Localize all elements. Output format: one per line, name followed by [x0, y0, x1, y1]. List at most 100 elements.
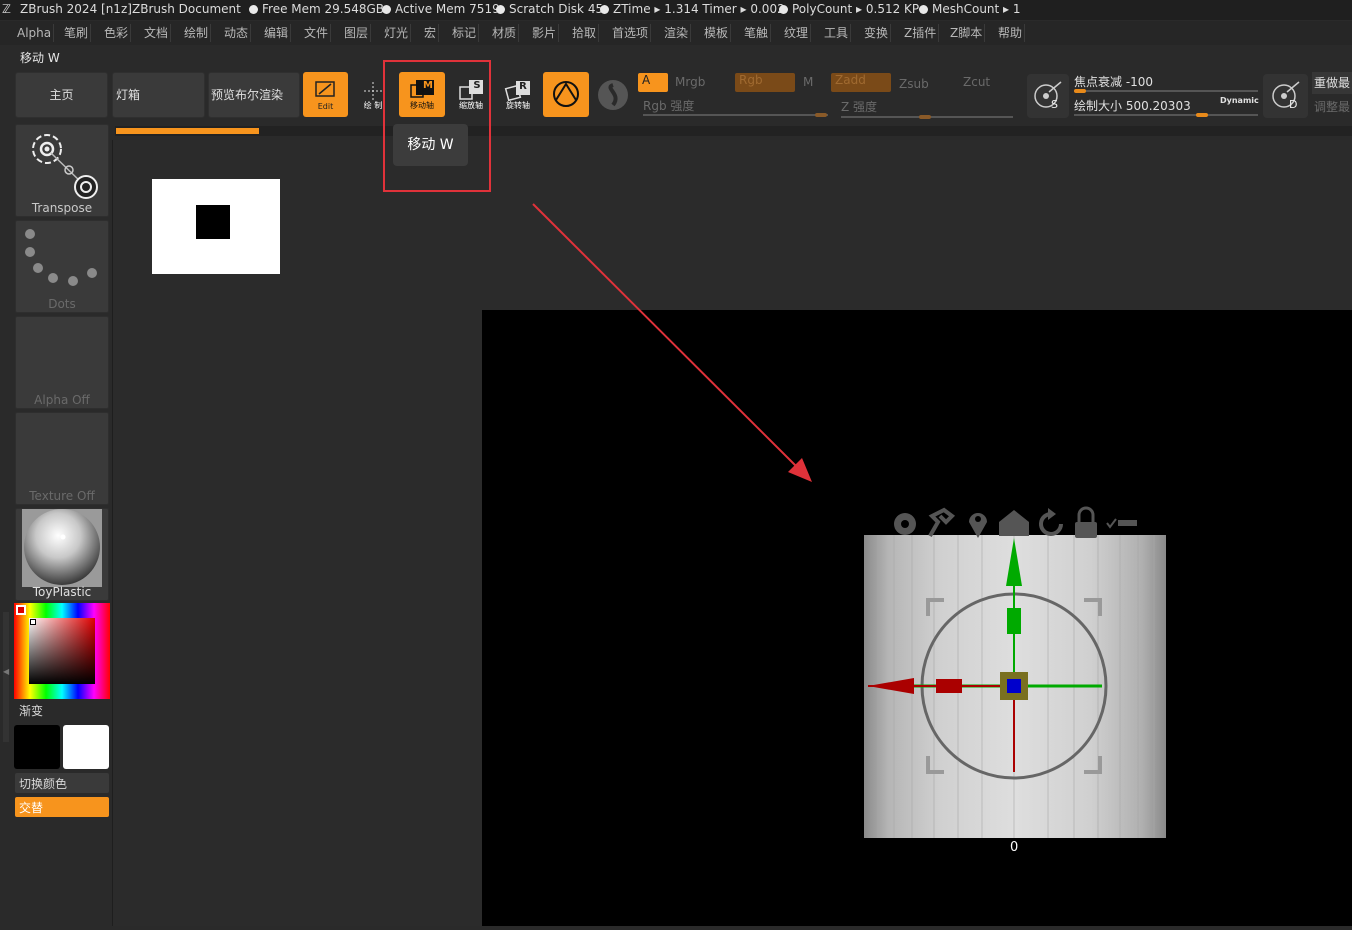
focal-shift-handle[interactable]: [1074, 89, 1086, 93]
gizmo-pin-icon: [928, 507, 956, 537]
mrgb-toggle[interactable]: Mrgb: [675, 75, 705, 89]
viewport-scene: [864, 506, 1166, 838]
menu-item-1[interactable]: 笔刷: [62, 24, 92, 42]
brush-target-icon: [1034, 81, 1062, 108]
secondary-color-swatch[interactable]: [14, 725, 60, 769]
menu-item-2[interactable]: 色彩: [102, 24, 132, 42]
adjust-last-button[interactable]: 调整最: [1312, 96, 1352, 118]
progress-bar-fill: [116, 128, 259, 134]
menu-bar: Alpha 笔刷 色彩 文档 绘制 动态 编辑 文件 图层 灯光宏标记 材质 影片 拾取 首选项 渲染 模板笔…: [0, 21, 1352, 45]
focal-shift-label: 焦点衰减 -100: [1074, 75, 1154, 89]
menu-item-17[interactable]: 模板: [702, 24, 732, 42]
rgb-intensity-handle[interactable]: [815, 113, 827, 117]
draw-size-label: 绘制大小 500.20303: [1074, 99, 1191, 113]
focal-shift-slider[interactable]: [1074, 90, 1258, 92]
brush-s-button[interactable]: S: [1027, 74, 1069, 118]
texture-tile[interactable]: Texture Off: [15, 412, 109, 505]
ztime: ZTime ▸ 1.314 Timer ▸ 0.002: [600, 2, 785, 16]
menu-item-4[interactable]: 绘制: [182, 24, 212, 42]
menu-item-18[interactable]: 笔触: [742, 24, 772, 42]
gradient-label: 渐变: [19, 704, 44, 718]
stroke-dots-tile[interactable]: Dots: [15, 220, 109, 313]
gizmo-settings-icon: [894, 513, 916, 535]
brush-d-button[interactable]: D: [1263, 74, 1308, 118]
gizmo-x-handle: [936, 679, 962, 693]
menu-item-16[interactable]: 渲染: [662, 24, 692, 42]
z-intensity-label: Z 强度: [841, 100, 878, 114]
m-toggle[interactable]: M: [803, 75, 813, 89]
menu-item-12[interactable]: 材质: [490, 24, 520, 42]
lightbox-button[interactable]: 灯箱: [112, 72, 205, 118]
scratch-disk: Scratch Disk 45: [496, 2, 603, 16]
menu-item-15[interactable]: 首选项: [610, 24, 652, 42]
menu-item-19[interactable]: 纹理: [782, 24, 812, 42]
menu-item-11[interactable]: 标记: [450, 24, 480, 42]
transpose-icon: [32, 134, 98, 199]
z-intensity-handle[interactable]: [919, 115, 931, 119]
polycount: PolyCount ▸ 0.512 KP: [779, 2, 919, 16]
3d-viewport[interactable]: 0: [482, 310, 1352, 926]
menu-item-0[interactable]: Alpha: [15, 24, 55, 42]
sculptris-pro-icon[interactable]: [598, 80, 628, 110]
active-tool-label: 移动 W: [20, 51, 60, 65]
free-mem: Free Mem 29.548GB: [249, 2, 384, 16]
gizmo-center-handle: [1007, 679, 1021, 693]
color-picker-sv-square[interactable]: [29, 618, 95, 684]
home-button[interactable]: 主页: [15, 72, 108, 118]
rgb-toggle[interactable]: Rgb: [735, 73, 795, 92]
brush-target-d-icon: [1272, 81, 1300, 108]
color-picker-sv-marker[interactable]: [30, 619, 36, 625]
color-picker-hue-marker[interactable]: [16, 605, 26, 615]
gizmo-minus-icon: [1118, 520, 1137, 526]
document-thumbnail: [152, 179, 280, 274]
menu-item-5[interactable]: 动态: [222, 24, 252, 42]
color-picker[interactable]: [14, 603, 110, 699]
alternate-button[interactable]: 交替: [15, 797, 109, 817]
menu-item-23[interactable]: Z脚本: [948, 24, 986, 42]
menu-item-14[interactable]: 拾取: [570, 24, 600, 42]
rotate-button[interactable]: R 旋转轴: [496, 72, 540, 117]
title-bar: ℤ ZBrush 2024 [n1z] ZBrush Document Free…: [0, 0, 1352, 20]
gizmo-3d-icon: [553, 81, 579, 107]
menu-item-21[interactable]: 变换: [862, 24, 892, 42]
left-tray-handle[interactable]: ◀: [3, 612, 9, 742]
menu-item-22[interactable]: Z插件: [902, 24, 940, 42]
dots-stroke-icon: [25, 229, 97, 286]
gizmo-toggle-button[interactable]: [543, 72, 589, 117]
primary-color-swatch[interactable]: [63, 725, 109, 769]
material-tile[interactable]: ToyPlastic: [15, 508, 109, 601]
dynamic-toggle[interactable]: Dynamic: [1220, 96, 1259, 105]
active-mem: Active Mem 7519: [382, 2, 500, 16]
viewport-counter: 0: [1010, 840, 1019, 855]
gizmo-home-icon: [999, 510, 1029, 536]
menu-item-7[interactable]: 文件: [302, 24, 332, 42]
meshcount: MeshCount ▸ 1: [919, 2, 1021, 16]
menu-item-20[interactable]: 工具: [822, 24, 852, 42]
draw-size-slider[interactable]: [1074, 114, 1258, 116]
menu-item-9[interactable]: 灯光: [382, 24, 412, 42]
menu-item-10[interactable]: 宏: [422, 24, 440, 42]
zcut-toggle[interactable]: Zcut: [963, 75, 990, 89]
alpha-tile[interactable]: Alpha Off: [15, 316, 109, 409]
menu-item-8[interactable]: 图层: [342, 24, 372, 42]
menu-item-13[interactable]: 影片: [530, 24, 560, 42]
switch-color-button[interactable]: 切换颜色: [15, 773, 109, 793]
menu-item-24[interactable]: 帮助: [996, 24, 1026, 42]
thumbnail-object: [196, 205, 230, 239]
move-tooltip: 移动 W: [393, 124, 468, 166]
transpose-brush-tile[interactable]: Transpose: [15, 124, 109, 217]
edit-button[interactable]: Edit: [303, 72, 348, 117]
menu-item-3[interactable]: 文档: [142, 24, 172, 42]
zbrush-logo-icon: ℤ: [2, 2, 11, 16]
draw-size-handle[interactable]: [1196, 113, 1208, 117]
a-toggle[interactable]: A: [638, 73, 668, 92]
app-title: ZBrush 2024 [n1z]: [20, 2, 132, 16]
preview-bool-render-button[interactable]: 预览布尔渲染: [208, 72, 300, 118]
zadd-toggle[interactable]: Zadd: [831, 73, 891, 92]
redo-last-button[interactable]: 重做最: [1312, 72, 1352, 94]
zsub-toggle[interactable]: Zsub: [899, 77, 929, 91]
rgb-intensity-slider[interactable]: [643, 114, 828, 116]
gizmo-lock-icon: [1075, 522, 1097, 538]
document-title: ZBrush Document: [132, 2, 241, 16]
menu-item-6[interactable]: 编辑: [262, 24, 292, 42]
